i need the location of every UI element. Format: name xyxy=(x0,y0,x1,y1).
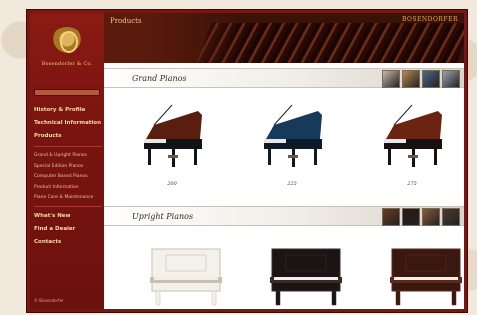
piano-keys xyxy=(394,277,458,280)
upright-piano-card[interactable] xyxy=(386,243,464,309)
piano-cabinet xyxy=(391,248,461,292)
upright-piano-image xyxy=(390,248,462,306)
upright-thumbnail[interactable] xyxy=(382,208,400,226)
sidebar-nav: History & Profile Technical Information Pr… xyxy=(34,107,102,252)
upright-thumbnail[interactable] xyxy=(442,208,460,226)
piano-model-label: 275 xyxy=(407,181,417,187)
grand-piano-card[interactable]: 225 xyxy=(252,95,332,187)
sidebar: Bosendorfer & Co. History & Profile Techn… xyxy=(30,13,104,309)
sidebar-item-piano-care-maintenance[interactable]: Piano Care & Maintenance xyxy=(34,195,102,201)
piano-model-label: 200 xyxy=(167,181,177,187)
lyre-emblem-icon xyxy=(50,27,84,57)
upright-thumbnail[interactable] xyxy=(402,208,420,226)
sidebar-item-contacts[interactable]: Contacts xyxy=(34,239,102,246)
piano-keys xyxy=(274,277,338,280)
upright-piano-card[interactable] xyxy=(266,243,346,309)
section-title-grand: Grand Pianos xyxy=(132,74,187,83)
piano-keys xyxy=(154,277,218,280)
grand-thumbnail[interactable] xyxy=(402,70,420,88)
grand-piano-card[interactable]: 275 xyxy=(372,95,452,187)
section-title-upright: Upright Pianos xyxy=(132,212,194,221)
logo-text: Bosendorfer & Co. xyxy=(41,61,93,67)
nav-divider xyxy=(34,146,102,147)
upright-thumbnails xyxy=(382,208,460,226)
header-banner: Products BOSENDORFER xyxy=(104,13,464,63)
grand-thumbnail[interactable] xyxy=(382,70,400,88)
sidebar-item-product-information[interactable]: Product Information xyxy=(34,185,102,191)
grand-thumbnails xyxy=(382,70,460,88)
brand-wordmark: BOSENDORFER xyxy=(402,16,458,23)
piano-cabinet xyxy=(271,248,341,292)
piano-keys xyxy=(144,139,166,143)
sidebar-item-find-a-dealer[interactable]: Find a Dealer xyxy=(34,226,102,233)
sidebar-footer: © Bosendorfer xyxy=(34,298,64,303)
sidebar-item-technical-information[interactable]: Technical Information xyxy=(34,120,102,127)
upright-thumbnail[interactable] xyxy=(422,208,440,226)
grand-piano-image xyxy=(264,104,322,167)
sidebar-item-grand-upright-pianos[interactable]: Grand & Upright Pianos xyxy=(34,153,102,159)
upright-piano-row xyxy=(104,231,464,309)
grand-thumbnail[interactable] xyxy=(442,70,460,88)
sidebar-item-what-s-new[interactable]: What's New xyxy=(34,213,102,220)
grand-thumbnail[interactable] xyxy=(422,70,440,88)
upright-piano-image xyxy=(270,248,342,306)
section-bar-upright: Upright Pianos xyxy=(104,206,464,226)
page-title: Products xyxy=(110,17,142,25)
section-bar-grand: Grand Pianos xyxy=(104,68,464,88)
grand-piano-image xyxy=(144,104,202,167)
sidebar-item-products[interactable]: Products xyxy=(34,133,102,140)
sidebar-item-special-edition-pianos[interactable]: Special Edition Pianos xyxy=(34,164,102,170)
piano-keys xyxy=(264,139,286,143)
piano-cabinet xyxy=(151,248,221,292)
grand-piano-card[interactable]: 200 xyxy=(132,95,212,187)
brand-logo[interactable]: Bosendorfer & Co. xyxy=(36,27,98,81)
sidebar-item-computer-based-pianos[interactable]: Computer Based Pianos xyxy=(34,174,102,180)
upright-piano-card[interactable] xyxy=(146,243,226,309)
sidebar-strip xyxy=(34,89,100,96)
sidebar-item-history-profile[interactable]: History & Profile xyxy=(34,107,102,114)
piano-keys xyxy=(384,139,406,143)
grand-piano-image xyxy=(384,104,442,167)
website-frame: Bosendorfer & Co. History & Profile Techn… xyxy=(27,10,467,312)
piano-model-label: 225 xyxy=(287,181,297,187)
nav-divider xyxy=(34,205,102,207)
upright-piano-image xyxy=(150,248,222,306)
grand-piano-row: 200 225 275 xyxy=(104,91,464,191)
